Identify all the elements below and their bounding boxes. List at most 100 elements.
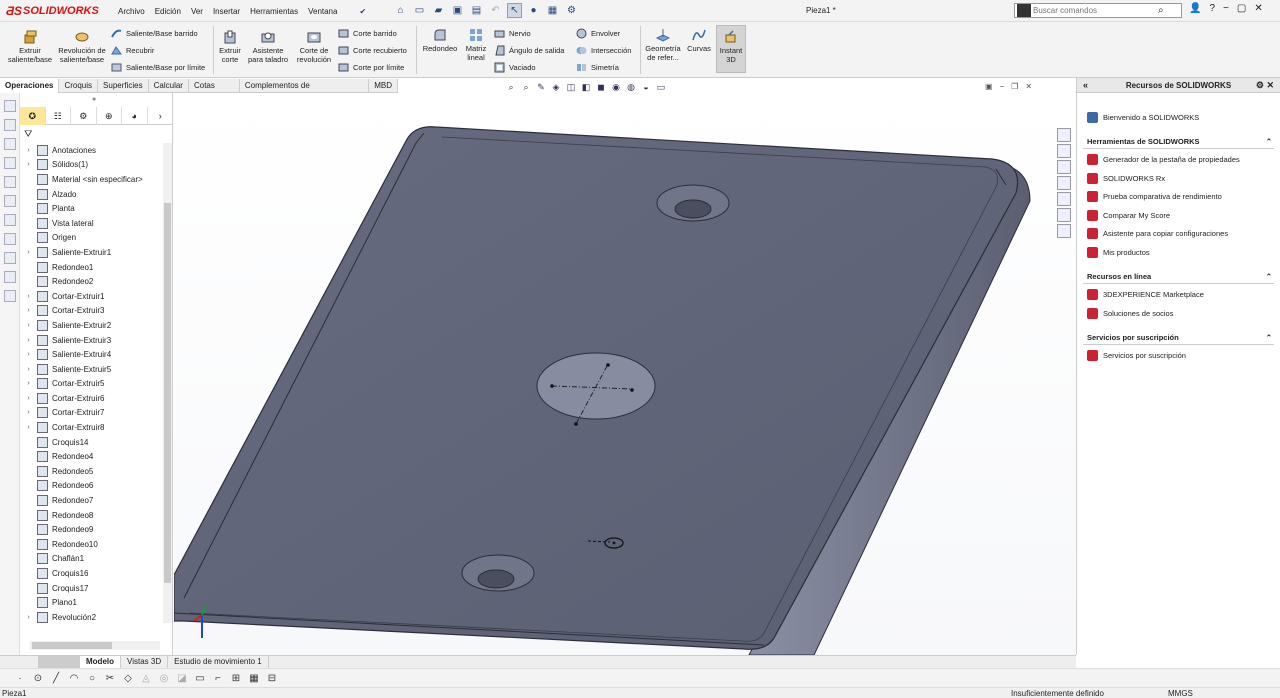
corte-limite-button[interactable]: Corte por límite (338, 62, 404, 73)
scene-icon[interactable]: ◒ (640, 81, 652, 93)
tree-item[interactable]: Chaflán1 (20, 552, 163, 567)
trim-icon[interactable]: ✂ (104, 672, 116, 684)
tree-item[interactable]: Redondeo4 (20, 449, 163, 464)
resource-link[interactable]: Asistente para copiar configuraciones (1077, 225, 1280, 244)
solidworks-resources-tab-icon[interactable] (1057, 128, 1071, 142)
welcome-link[interactable]: Bienvenido a SOLIDWORKS (1077, 108, 1280, 127)
new-icon[interactable]: ▭ (412, 3, 427, 18)
expand-arrow-icon[interactable]: › (24, 249, 33, 256)
user-icon[interactable]: 👤 (1189, 3, 1201, 14)
close-icon[interactable]: ✕ (1254, 3, 1262, 14)
section-herramientas[interactable]: Herramientas de SOLIDWORKS ⌃ (1083, 135, 1274, 149)
maximize-icon[interactable]: ▢ (1237, 3, 1246, 14)
menu-ver[interactable]: Ver (191, 7, 203, 16)
configurationmanager-tab-icon[interactable]: ⚙ (71, 107, 97, 125)
part-model[interactable] (174, 93, 1076, 655)
copy-icon[interactable] (4, 233, 16, 245)
copy-icon[interactable] (4, 176, 16, 188)
expand-arrow-icon[interactable]: › (24, 147, 33, 154)
section-recursos-linea[interactable]: Recursos en línea ⌃ (1083, 270, 1274, 284)
section-servicios[interactable]: Servicios por suscripción ⌃ (1083, 331, 1274, 345)
extruir-corte-button[interactable]: Extruir corte (216, 30, 244, 64)
tree-item[interactable]: Alzado (20, 187, 163, 202)
status-units[interactable]: MMGS (1168, 689, 1193, 698)
tab-scroll-right-icon[interactable]: › (148, 107, 173, 125)
copy-icon[interactable] (4, 271, 16, 283)
tree-item[interactable]: › Saliente-Extruir4 (20, 347, 163, 362)
home-icon[interactable]: ⌂ (393, 3, 408, 18)
asistente-taladro-button[interactable]: Asistente para taladro (245, 30, 291, 64)
tree-item[interactable]: › Cortar-Extruir6 (20, 391, 163, 406)
corte-barrido-button[interactable]: Corte barrido (338, 28, 397, 39)
expand-arrow-icon[interactable]: › (24, 322, 33, 329)
tree-item[interactable]: › Anotaciones (20, 143, 163, 158)
point-icon[interactable]: · (14, 672, 26, 684)
menu-archivo[interactable]: Archivo (118, 7, 145, 16)
tree-item[interactable]: › Cortar-Extruir8 (20, 420, 163, 435)
file-explorer-tab-icon[interactable] (1057, 160, 1071, 174)
geometria-referencia-button[interactable]: Geometría de refer... (643, 28, 683, 62)
tree-item[interactable]: › Cortar-Extruir3 (20, 304, 163, 319)
recubrir-button[interactable]: Recubrir (111, 45, 154, 56)
resource-link[interactable]: Mis productos (1077, 243, 1280, 262)
nervio-button[interactable]: Nervio (494, 28, 531, 39)
countersink-hole-top[interactable] (656, 184, 730, 222)
vaciado-button[interactable]: Vaciado (494, 62, 536, 73)
countersink-hole-bottom[interactable] (461, 554, 535, 592)
tree-item[interactable]: Redondeo10 (20, 537, 163, 552)
menu-insertar[interactable]: Insertar (213, 7, 240, 16)
redondeo-button[interactable]: Redondeo (420, 28, 460, 54)
display-manager-tab-icon[interactable]: ◕ (122, 107, 148, 125)
convert-entities-icon[interactable]: ◪ (176, 672, 188, 684)
appearances-tab-icon[interactable] (1057, 192, 1071, 206)
envolver-button[interactable]: Envolver (576, 28, 620, 39)
sketch-array-icon[interactable]: ⊟ (266, 672, 278, 684)
tree-item[interactable]: Croquis16 (20, 566, 163, 581)
fillet-sketch-icon[interactable]: ⌐ (212, 672, 224, 684)
tree-item[interactable]: › Sólidos(1) (20, 158, 163, 173)
hide-show-icon[interactable]: ◉ (610, 81, 622, 93)
corte-recubierto-button[interactable]: Corte recubierto (338, 45, 407, 56)
collapse-handle-icon[interactable]: ● (92, 96, 96, 103)
arc-icon[interactable]: ◠ (68, 672, 80, 684)
tree-vertical-scrollbar[interactable] (163, 143, 172, 623)
line-icon[interactable]: ╱ (50, 672, 62, 684)
tree-item[interactable]: › Cortar-Extruir5 (20, 377, 163, 392)
tab-croquis[interactable]: Croquis (59, 79, 99, 93)
tree-item[interactable]: › Cortar-Extruir7 (20, 406, 163, 421)
tree-item[interactable]: Croquis17 (20, 581, 163, 596)
select-icon[interactable]: ↖ (507, 3, 522, 18)
saliente-barrido-button[interactable]: Saliente/Base barrido (111, 28, 198, 39)
expand-arrow-icon[interactable]: › (24, 380, 33, 387)
dynamic-annotation-icon[interactable]: ◫ (565, 81, 577, 93)
expand-arrow-icon[interactable]: › (24, 614, 33, 621)
forum-tab-icon[interactable] (1057, 224, 1071, 238)
tab-mbd[interactable]: MBD (369, 79, 398, 93)
pin-icon[interactable]: ✔ (359, 7, 366, 16)
restore-view-icon[interactable]: ▣ (985, 82, 993, 91)
minimize-icon[interactable]: − (1223, 3, 1229, 14)
mirror-sketch-icon[interactable]: ◬ (140, 672, 152, 684)
interseccion-button[interactable]: Intersección (576, 45, 631, 56)
expand-arrow-icon[interactable]: › (24, 366, 33, 373)
tab-modelo[interactable]: Modelo (80, 656, 121, 668)
chevron-up-icon[interactable]: ⌃ (1266, 333, 1272, 342)
pane-options-gear-icon[interactable]: ⚙ ✕ (1256, 80, 1274, 91)
copy-icon[interactable] (4, 157, 16, 169)
featuremanager-tab-icon[interactable]: ✪ (20, 107, 46, 125)
tree-item[interactable]: Redondeo2 (20, 274, 163, 289)
curvas-button[interactable]: Curvas (685, 28, 713, 54)
tab-superficies[interactable]: Superficies (98, 79, 149, 93)
rectangle-icon[interactable]: ▭ (194, 672, 206, 684)
design-library-tab-icon[interactable] (1057, 144, 1071, 158)
tree-item[interactable]: › Saliente-Extruir5 (20, 362, 163, 377)
view-settings-icon[interactable]: ▭ (655, 81, 667, 93)
circle-tool-icon[interactable]: ○ (86, 672, 98, 684)
graphics-area[interactable] (174, 93, 1076, 655)
undo-icon[interactable]: ↶ (488, 3, 503, 18)
tree-item[interactable]: Redondeo1 (20, 260, 163, 275)
tree-item[interactable]: › Cortar-Extruir1 (20, 289, 163, 304)
close-view-icon[interactable]: ✕ (1025, 82, 1032, 91)
chevron-up-icon[interactable]: ⌃ (1266, 272, 1272, 281)
search-icon[interactable]: ⌕ (1158, 5, 1164, 16)
